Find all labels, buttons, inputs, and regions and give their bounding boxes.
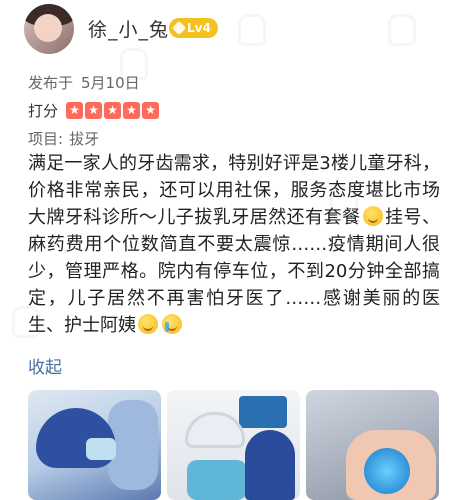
smiling-face-icon [138, 314, 158, 334]
star-icon: ★ [142, 102, 160, 119]
star-icon: ★ [104, 102, 122, 119]
dentist-photo-1[interactable] [28, 390, 161, 500]
dentist-photo-2[interactable] [167, 390, 300, 500]
photo-gallery [28, 390, 439, 500]
project-value: 拔牙 [69, 130, 100, 148]
level-gem-icon [171, 20, 187, 36]
review-text: 满足一家人的牙齿需求，特别好评是3楼儿童牙科，价格非常亲民，还可以用社保，服务态… [28, 150, 440, 339]
publish-date: 5月10日 [81, 74, 140, 92]
level-text: Lv4 [187, 21, 211, 35]
crying-face-icon [162, 314, 182, 334]
avatar[interactable] [24, 4, 74, 54]
project-row: 项目: 拔牙 [28, 128, 99, 149]
username[interactable]: 徐_小_兔 [88, 15, 169, 42]
level-badge: Lv4 [169, 18, 218, 38]
star-icon: ★ [66, 102, 84, 119]
watermark-icon [238, 8, 318, 52]
project-label: 项目: [28, 130, 64, 148]
star-icon: ★ [85, 102, 103, 119]
avatar-face [34, 14, 62, 42]
smiling-face-icon [362, 206, 383, 226]
collapse-link[interactable]: 收起 [28, 353, 62, 378]
publish-info: 发布于 5月10日 [28, 72, 148, 93]
rating-row: 打分 ★ ★ ★ ★ ★ [28, 100, 161, 121]
watermark-icon [388, 8, 467, 52]
star-icon: ★ [123, 102, 141, 119]
publish-label: 发布于 [28, 74, 74, 92]
dentist-photo-3[interactable] [306, 390, 439, 500]
rating-label: 打分 [28, 102, 59, 120]
